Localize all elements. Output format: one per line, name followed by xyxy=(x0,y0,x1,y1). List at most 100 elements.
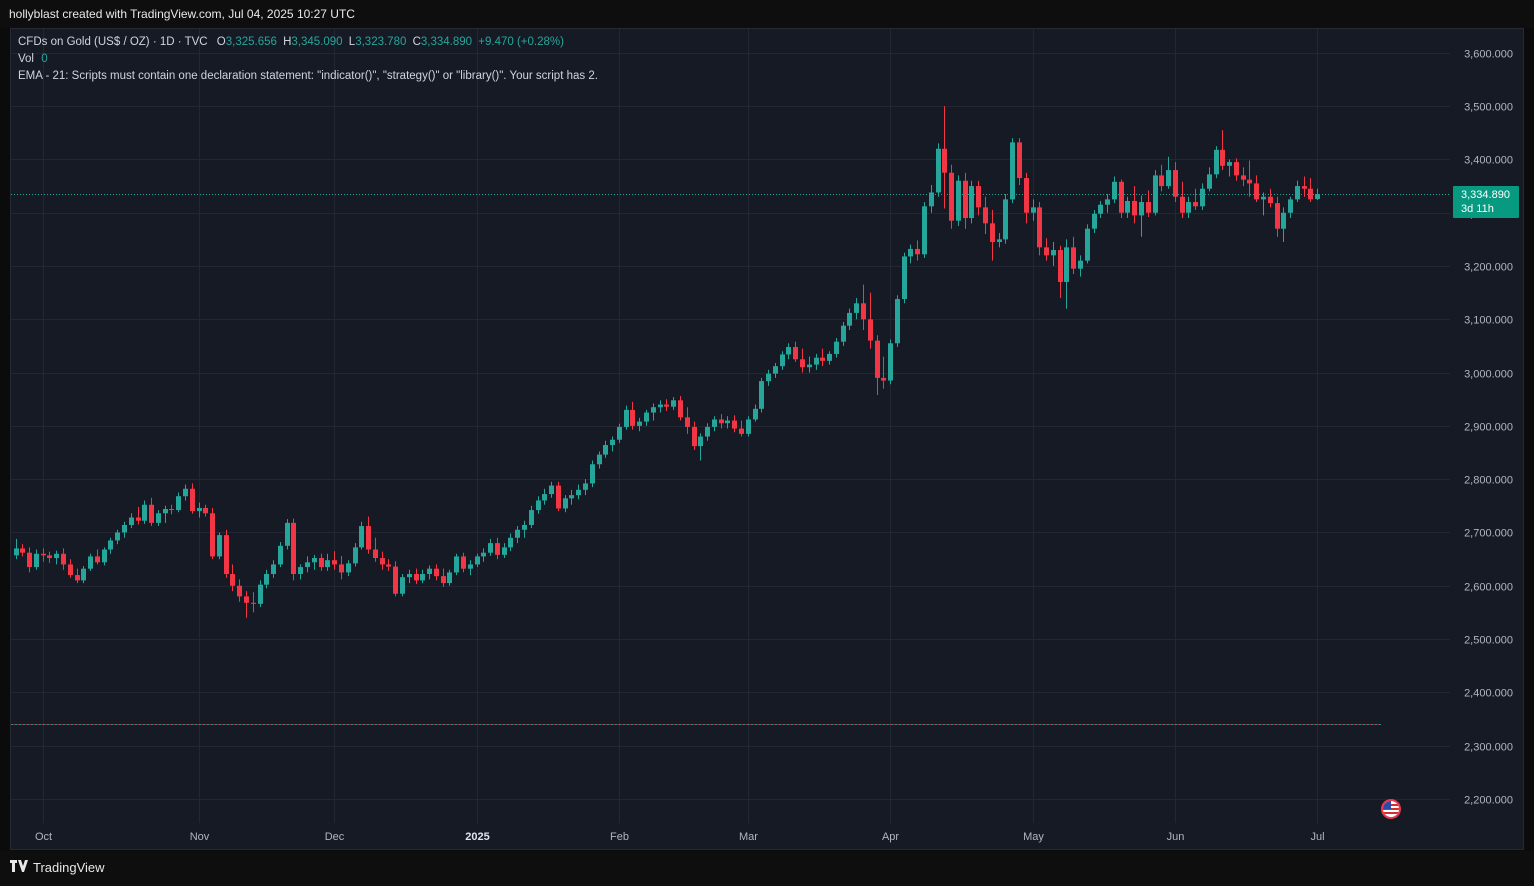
candle-body xyxy=(807,364,812,368)
candle-body xyxy=(766,373,771,382)
candle-body xyxy=(441,576,446,584)
candle xyxy=(1098,200,1103,219)
candle xyxy=(1214,146,1219,179)
candle xyxy=(75,568,80,584)
candle-body xyxy=(454,556,459,573)
tradingview-brand[interactable]: TradingView xyxy=(10,860,105,875)
candle-body xyxy=(624,409,629,427)
candle xyxy=(291,518,296,581)
candle-body xyxy=(529,510,534,525)
candle-body xyxy=(786,347,791,355)
candle xyxy=(793,341,798,362)
volume-legend-row[interactable]: Vol 0 xyxy=(18,51,598,68)
candle-body xyxy=(319,558,324,568)
candle xyxy=(210,507,215,560)
candle-body xyxy=(407,574,412,578)
candle xyxy=(902,252,907,304)
candle xyxy=(881,356,886,389)
candle-body xyxy=(746,419,751,434)
ema-legend-row[interactable]: EMA - 21: Scripts must contain one decla… xyxy=(18,68,598,85)
candle xyxy=(285,519,290,550)
candle-body xyxy=(312,558,317,563)
candle xyxy=(569,489,574,505)
open-value: 3,325.656 xyxy=(225,36,277,48)
candle xyxy=(692,421,697,450)
symbol-legend-row[interactable]: CFDs on Gold (US$ / OZ) · 1D · TVC O3,32… xyxy=(18,34,598,51)
candle xyxy=(1058,245,1063,298)
candle xyxy=(271,560,276,578)
candle xyxy=(1180,181,1185,219)
candle-body xyxy=(1295,186,1300,200)
candle xyxy=(1017,138,1022,185)
candle xyxy=(969,180,974,224)
candle-body xyxy=(1302,186,1307,189)
candle-body xyxy=(1234,162,1239,176)
candle-body xyxy=(969,186,974,219)
candle xyxy=(1085,224,1090,264)
candle xyxy=(1071,236,1076,274)
candle-body xyxy=(203,507,208,514)
candle-body xyxy=(1125,200,1130,213)
x-tick-label: Oct xyxy=(35,831,52,843)
candle-body xyxy=(258,584,263,604)
candle xyxy=(136,506,141,525)
x-tick-label: 2025 xyxy=(465,831,489,843)
y-tick-label: 3,400.000 xyxy=(1464,155,1513,167)
candle xyxy=(773,362,778,378)
price-chart[interactable]: 3,600.0003,500.0003,400.0003,300.0003,20… xyxy=(0,0,1534,886)
candle-body xyxy=(651,407,656,413)
change-value: +9.470 (+0.28%) xyxy=(478,36,564,48)
candle-body xyxy=(515,529,520,538)
candle-body xyxy=(400,577,405,594)
candle-body xyxy=(495,543,500,555)
candle xyxy=(1241,167,1246,187)
reference-lines xyxy=(11,194,1450,725)
candle xyxy=(217,532,222,560)
candle-body xyxy=(854,303,859,313)
candle-body xyxy=(1153,175,1158,213)
volume-value: 0 xyxy=(41,53,48,65)
candle xyxy=(834,337,839,358)
candle-body xyxy=(197,507,202,512)
candle-body xyxy=(895,299,900,344)
time-axis[interactable]: Oct Nov Dec 2025 Feb Mar Apr May Jun Jul xyxy=(35,831,1325,843)
candle xyxy=(1173,162,1178,203)
candle xyxy=(780,351,785,370)
candle-body xyxy=(793,347,798,360)
candle xyxy=(1010,138,1015,204)
candle xyxy=(1207,167,1212,192)
candle xyxy=(536,496,541,514)
candle xyxy=(14,538,19,560)
volume-label: Vol xyxy=(18,53,34,65)
footer-bar xyxy=(0,851,1534,886)
candle xyxy=(427,565,432,580)
candle xyxy=(515,526,520,544)
candle xyxy=(197,502,202,518)
us-flag-icon[interactable] xyxy=(1381,799,1401,819)
candle-body xyxy=(712,419,717,427)
chart-legend: CFDs on Gold (US$ / OZ) · 1D · TVC O3,32… xyxy=(18,34,598,85)
y-tick-label: 3,500.000 xyxy=(1464,102,1513,114)
candle xyxy=(434,564,439,581)
candle-body xyxy=(542,494,547,501)
ema-error-message: EMA - 21: Scripts must contain one decla… xyxy=(18,70,598,82)
candle xyxy=(1281,207,1286,243)
candle-body xyxy=(149,504,154,523)
candle xyxy=(475,553,480,568)
candle-body xyxy=(773,366,778,374)
candle xyxy=(332,551,337,570)
candle xyxy=(929,184,934,213)
candle-body xyxy=(719,419,724,424)
candle xyxy=(244,591,249,618)
price-axis[interactable]: 3,600.0003,500.0003,400.0003,300.0003,20… xyxy=(1464,49,1513,807)
candle xyxy=(251,592,256,613)
candle-body xyxy=(617,426,622,440)
candle-body xyxy=(569,495,574,499)
candle xyxy=(407,569,412,584)
candle-body xyxy=(359,526,364,548)
candle xyxy=(658,400,663,413)
candle xyxy=(1275,196,1280,237)
candle xyxy=(746,416,751,437)
candle-body xyxy=(576,489,581,496)
candle-body xyxy=(841,325,846,342)
